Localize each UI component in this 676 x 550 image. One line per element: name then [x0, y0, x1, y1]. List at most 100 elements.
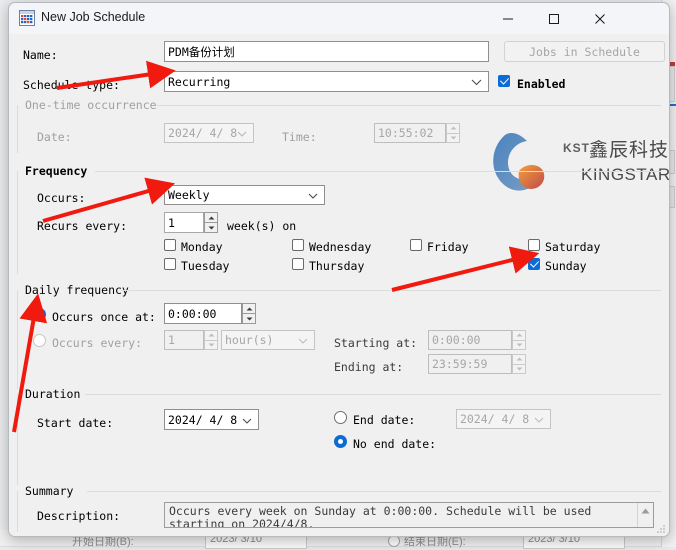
- resize-grip[interactable]: [656, 523, 666, 533]
- end-date-picker[interactable]: 2024/ 4/ 8: [456, 409, 551, 429]
- calendar-grid-icon: [19, 10, 35, 26]
- new-job-schedule-dialog: New Job Schedule: [8, 2, 670, 537]
- occurs-every-unit-combobox[interactable]: hour(s): [221, 330, 315, 350]
- day-checkbox-tuesday[interactable]: [164, 258, 176, 270]
- day-label-tuesday: Tuesday: [181, 259, 229, 273]
- day-checkbox-friday[interactable]: [410, 239, 422, 251]
- enabled-checkbox[interactable]: [498, 75, 510, 87]
- one-time-time-label: Time:: [282, 130, 317, 144]
- duration-group-left-edge: [17, 394, 18, 485]
- recurs-every-spinner[interactable]: [204, 212, 218, 233]
- ending-at-input[interactable]: 23:59:59: [428, 354, 512, 374]
- dialog-client-area: KST 鑫辰科技 KINGSTAR Name: PDM备份计划 Jobs in …: [9, 34, 669, 536]
- minimize-button[interactable]: [485, 3, 531, 34]
- occurs-every-label: Occurs every:: [52, 336, 142, 350]
- spinner-up-icon[interactable]: [446, 123, 460, 134]
- frequency-group-line: [95, 171, 661, 172]
- name-input-value: PDM备份计划: [168, 44, 235, 60]
- spinner-up-icon[interactable]: [204, 212, 218, 223]
- daily-frequency-title: Daily frequency: [25, 283, 134, 297]
- close-button[interactable]: [577, 3, 623, 34]
- recurs-every-label: Recurs every:: [37, 219, 127, 233]
- spinner-down-icon[interactable]: [446, 134, 460, 144]
- spinner-up-icon[interactable]: [242, 303, 256, 314]
- recurs-every-value: 1: [168, 216, 175, 230]
- occurs-label: Occurs:: [37, 191, 85, 205]
- day-label-sunday: Sunday: [545, 259, 587, 273]
- starting-at-input[interactable]: 0:00:00: [428, 330, 512, 350]
- spinner-down-icon[interactable]: [512, 365, 526, 375]
- one-time-date-label: Date:: [37, 130, 72, 144]
- day-checkbox-wednesday[interactable]: [292, 239, 304, 251]
- chevron-down-icon: [308, 188, 318, 202]
- chevron-down-icon: [298, 333, 308, 347]
- day-checkbox-thursday[interactable]: [292, 258, 304, 270]
- summary-group-line: [87, 491, 661, 492]
- spinner-up-icon[interactable]: [512, 330, 526, 341]
- start-date-picker[interactable]: 2024/ 4/ 8: [164, 409, 259, 430]
- description-scrollbar[interactable]: [637, 503, 653, 527]
- frequency-title: Frequency: [25, 164, 92, 178]
- one-time-time-spinner[interactable]: [446, 123, 460, 143]
- day-checkbox-monday[interactable]: [164, 239, 176, 251]
- daily-frequency-group-line: [121, 290, 661, 291]
- ending-at-value: 23:59:59: [432, 357, 487, 371]
- occurs-once-radio[interactable]: [33, 308, 46, 321]
- starting-at-value: 0:00:00: [432, 333, 480, 347]
- schedule-type-combobox[interactable]: Recurring: [164, 71, 489, 92]
- spinner-down-icon[interactable]: [512, 341, 526, 351]
- end-date-value: 2024/ 4/ 8: [460, 412, 529, 426]
- name-label: Name:: [23, 48, 58, 62]
- spinner-down-icon[interactable]: [204, 223, 218, 233]
- ending-at-spinner[interactable]: [512, 354, 526, 374]
- chevron-down-icon: [242, 413, 252, 427]
- occurs-combobox[interactable]: Weekly: [164, 185, 325, 205]
- occurs-every-radio[interactable]: [33, 334, 46, 347]
- schedule-type-value: Recurring: [168, 75, 230, 89]
- occurs-every-spinner[interactable]: [204, 330, 218, 350]
- end-date-label: End date:: [353, 413, 415, 427]
- title-bar[interactable]: New Job Schedule: [9, 3, 669, 35]
- description-value: Occurs every week on Sunday at 0:00:00. …: [169, 505, 635, 528]
- weeks-on-label: week(s) on: [227, 219, 296, 233]
- end-date-radio[interactable]: [334, 411, 347, 424]
- occurs-once-time-spinner[interactable]: [242, 303, 256, 324]
- schedule-type-label: Schedule type:: [23, 78, 120, 92]
- no-end-date-radio[interactable]: [334, 435, 347, 448]
- maximize-button[interactable]: [531, 3, 577, 34]
- one-time-group-left-edge: [17, 105, 18, 153]
- occurs-once-time-value: 0:00:00: [168, 307, 216, 321]
- daily-frequency-group-left-edge: [17, 290, 18, 389]
- summary-title: Summary: [25, 484, 78, 498]
- occurs-once-time-input[interactable]: 0:00:00: [164, 303, 242, 324]
- day-label-wednesday: Wednesday: [309, 240, 371, 254]
- occurs-every-input[interactable]: 1: [164, 330, 204, 350]
- spinner-up-icon[interactable]: [512, 354, 526, 365]
- recurs-every-input[interactable]: 1: [164, 212, 204, 233]
- day-label-saturday: Saturday: [545, 240, 600, 254]
- day-checkbox-saturday[interactable]: [528, 239, 540, 251]
- spinner-down-icon[interactable]: [242, 314, 256, 324]
- day-label-friday: Friday: [427, 240, 469, 254]
- starting-at-label: Starting at:: [334, 336, 417, 350]
- name-input[interactable]: PDM备份计划: [164, 41, 489, 62]
- one-time-time-input[interactable]: 10:55:02: [374, 123, 446, 143]
- one-time-time-value: 10:55:02: [378, 126, 433, 140]
- chevron-down-icon: [237, 126, 247, 140]
- one-time-date-picker[interactable]: 2024/ 4/ 8: [164, 123, 254, 143]
- spinner-up-icon[interactable]: [204, 330, 218, 341]
- one-time-occurrence-group: One-time occurrence: [17, 98, 661, 154]
- starting-at-spinner[interactable]: [512, 330, 526, 350]
- description-textbox[interactable]: Occurs every week on Sunday at 0:00:00. …: [164, 502, 654, 528]
- occurs-every-unit-value: hour(s): [225, 333, 273, 347]
- spinner-down-icon[interactable]: [204, 341, 218, 351]
- day-label-thursday: Thursday: [309, 259, 364, 273]
- description-label: Description:: [37, 509, 120, 523]
- day-checkbox-sunday[interactable]: [528, 258, 540, 270]
- ending-at-label: Ending at:: [334, 360, 403, 374]
- jobs-in-schedule-button[interactable]: Jobs in Schedule: [504, 41, 665, 62]
- chevron-down-icon: [471, 75, 482, 89]
- summary-group-left-edge: [17, 491, 18, 532]
- duration-group-line: [85, 394, 661, 395]
- occurs-every-value: 1: [168, 333, 175, 347]
